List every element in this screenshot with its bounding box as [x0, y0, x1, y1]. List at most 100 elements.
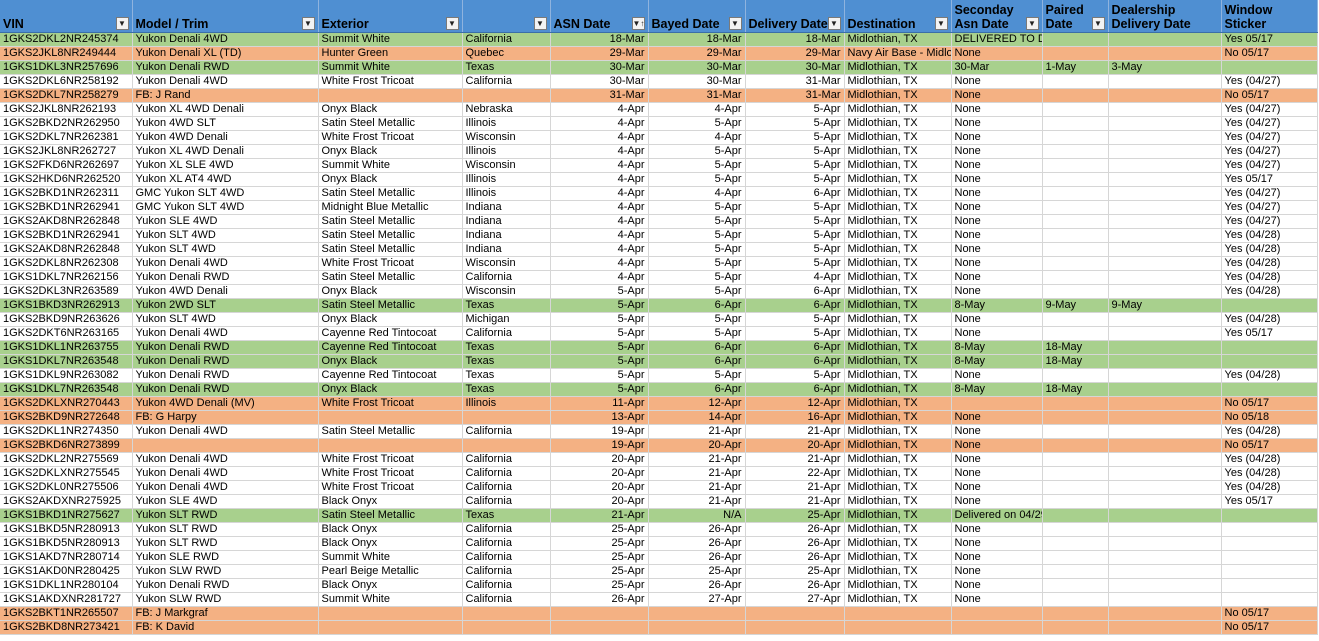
- cell-window-sticker[interactable]: Yes 05/17: [1221, 326, 1318, 341]
- cell-secondary-asn-date[interactable]: None: [951, 116, 1043, 131]
- cell-region[interactable]: California: [462, 466, 551, 481]
- cell-exterior[interactable]: White Frost Tricoat: [318, 466, 463, 481]
- cell-exterior[interactable]: Summit White: [318, 60, 463, 75]
- cell-destination[interactable]: Midlothian, TX: [844, 466, 952, 481]
- cell-destination[interactable]: Midlothian, TX: [844, 116, 952, 131]
- cell-exterior[interactable]: Summit White: [318, 32, 463, 47]
- filter-dropdown-icon[interactable]: ▼: [728, 17, 742, 30]
- cell-secondary-asn-date[interactable]: None: [951, 46, 1043, 61]
- cell-window-sticker[interactable]: [1221, 522, 1318, 537]
- cell-destination[interactable]: Midlothian, TX: [844, 564, 952, 579]
- cell-vin[interactable]: 1GKS2BKD2NR262950: [0, 116, 133, 131]
- cell-delivery-date[interactable]: 25-Apr: [745, 508, 845, 523]
- cell-vin[interactable]: 1GKS1AKD7NR280714: [0, 550, 133, 565]
- cell-asn-date[interactable]: 30-Mar: [550, 60, 649, 75]
- cell-region[interactable]: Illinois: [462, 172, 551, 187]
- cell-window-sticker[interactable]: No 05/18: [1221, 410, 1318, 425]
- cell-secondary-asn-date[interactable]: None: [951, 326, 1043, 341]
- cell-asn-date[interactable]: 4-Apr: [550, 228, 649, 243]
- cell-paired-date[interactable]: [1042, 116, 1109, 131]
- cell-secondary-asn-date[interactable]: None: [951, 200, 1043, 215]
- cell-secondary-asn-date[interactable]: None: [951, 536, 1043, 551]
- cell-destination[interactable]: Midlothian, TX: [844, 186, 952, 201]
- cell-asn-date[interactable]: 4-Apr: [550, 242, 649, 257]
- cell-paired-date[interactable]: [1042, 172, 1109, 187]
- cell-secondary-asn-date[interactable]: None: [951, 438, 1043, 453]
- cell-bayed-date[interactable]: 29-Mar: [648, 46, 746, 61]
- cell-secondary-asn-date[interactable]: None: [951, 494, 1043, 509]
- cell-destination[interactable]: Midlothian, TX: [844, 130, 952, 145]
- cell-bayed-date[interactable]: 5-Apr: [648, 256, 746, 271]
- cell-region[interactable]: California: [462, 578, 551, 593]
- cell-dealership-delivery-date[interactable]: [1108, 438, 1222, 453]
- cell-exterior[interactable]: Onyx Black: [318, 312, 463, 327]
- cell-asn-date[interactable]: 11-Apr: [550, 396, 649, 411]
- cell-bayed-date[interactable]: 5-Apr: [648, 228, 746, 243]
- cell-secondary-asn-date[interactable]: None: [951, 256, 1043, 271]
- cell-dealership-delivery-date[interactable]: [1108, 494, 1222, 509]
- filter-dropdown-icon[interactable]: ▼↑: [631, 17, 645, 30]
- cell-paired-date[interactable]: [1042, 32, 1109, 47]
- cell-asn-date[interactable]: 25-Apr: [550, 536, 649, 551]
- cell-paired-date[interactable]: [1042, 606, 1109, 621]
- cell-model-trim[interactable]: FB: J Markgraf: [132, 606, 319, 621]
- cell-model-trim[interactable]: GMC Yukon SLT 4WD: [132, 200, 319, 215]
- cell-window-sticker[interactable]: Yes (04/27): [1221, 214, 1318, 229]
- cell-asn-date[interactable]: 4-Apr: [550, 214, 649, 229]
- cell-exterior[interactable]: Black Onyx: [318, 536, 463, 551]
- cell-delivery-date[interactable]: 26-Apr: [745, 536, 845, 551]
- cell-destination[interactable]: Midlothian, TX: [844, 410, 952, 425]
- cell-model-trim[interactable]: Yukon Denali RWD: [132, 382, 319, 397]
- header-window-sticker[interactable]: Window Sticker: [1221, 0, 1318, 33]
- cell-destination[interactable]: Midlothian, TX: [844, 242, 952, 257]
- cell-model-trim[interactable]: Yukon SLT RWD: [132, 522, 319, 537]
- cell-secondary-asn-date[interactable]: None: [951, 214, 1043, 229]
- cell-model-trim[interactable]: Yukon SLE RWD: [132, 550, 319, 565]
- cell-secondary-asn-date[interactable]: 8-May: [951, 354, 1043, 369]
- cell-window-sticker[interactable]: [1221, 592, 1318, 607]
- cell-window-sticker[interactable]: Yes (04/28): [1221, 284, 1318, 299]
- cell-delivery-date[interactable]: 5-Apr: [745, 200, 845, 215]
- cell-model-trim[interactable]: Yukon XL SLE 4WD: [132, 158, 319, 173]
- cell-vin[interactable]: 1GKS2DKL0NR275506: [0, 480, 133, 495]
- filter-dropdown-icon[interactable]: ▼: [445, 17, 459, 30]
- header-asn-date[interactable]: ASN Date ▼↑: [550, 0, 649, 33]
- cell-destination[interactable]: Midlothian, TX: [844, 312, 952, 327]
- cell-secondary-asn-date[interactable]: None: [951, 186, 1043, 201]
- cell-dealership-delivery-date[interactable]: [1108, 228, 1222, 243]
- cell-vin[interactable]: 1GKS2BKD9NR272648: [0, 410, 133, 425]
- cell-delivery-date[interactable]: 6-Apr: [745, 186, 845, 201]
- cell-paired-date[interactable]: [1042, 312, 1109, 327]
- cell-delivery-date[interactable]: 22-Apr: [745, 466, 845, 481]
- cell-bayed-date[interactable]: 21-Apr: [648, 494, 746, 509]
- cell-region[interactable]: Indiana: [462, 242, 551, 257]
- cell-bayed-date[interactable]: 12-Apr: [648, 396, 746, 411]
- cell-exterior[interactable]: Black Onyx: [318, 522, 463, 537]
- cell-destination[interactable]: Midlothian, TX: [844, 368, 952, 383]
- cell-model-trim[interactable]: FB: K David: [132, 620, 319, 635]
- cell-model-trim[interactable]: Yukon Denali 4WD: [132, 326, 319, 341]
- cell-vin[interactable]: 1GKS2DKLXNR270443: [0, 396, 133, 411]
- cell-asn-date[interactable]: 25-Apr: [550, 550, 649, 565]
- cell-bayed-date[interactable]: 30-Mar: [648, 74, 746, 89]
- cell-bayed-date[interactable]: 4-Apr: [648, 130, 746, 145]
- cell-model-trim[interactable]: Yukon 4WD Denali: [132, 284, 319, 299]
- cell-region[interactable]: [462, 410, 551, 425]
- cell-exterior[interactable]: White Frost Tricoat: [318, 480, 463, 495]
- cell-region[interactable]: Texas: [462, 60, 551, 75]
- cell-dealership-delivery-date[interactable]: [1108, 606, 1222, 621]
- cell-dealership-delivery-date[interactable]: [1108, 480, 1222, 495]
- cell-vin[interactable]: 1GKS2AKD8NR262848: [0, 214, 133, 229]
- cell-window-sticker[interactable]: Yes (04/28): [1221, 270, 1318, 285]
- header-destination[interactable]: Destination ▼: [844, 0, 952, 33]
- cell-region[interactable]: Wisconsin: [462, 158, 551, 173]
- filter-dropdown-icon[interactable]: ▼: [934, 17, 948, 30]
- cell-secondary-asn-date[interactable]: None: [951, 522, 1043, 537]
- cell-asn-date[interactable]: 4-Apr: [550, 200, 649, 215]
- cell-asn-date[interactable]: 5-Apr: [550, 340, 649, 355]
- cell-destination[interactable]: Midlothian, TX: [844, 60, 952, 75]
- cell-bayed-date[interactable]: 5-Apr: [648, 172, 746, 187]
- cell-bayed-date[interactable]: 21-Apr: [648, 424, 746, 439]
- cell-delivery-date[interactable]: 6-Apr: [745, 340, 845, 355]
- cell-paired-date[interactable]: [1042, 564, 1109, 579]
